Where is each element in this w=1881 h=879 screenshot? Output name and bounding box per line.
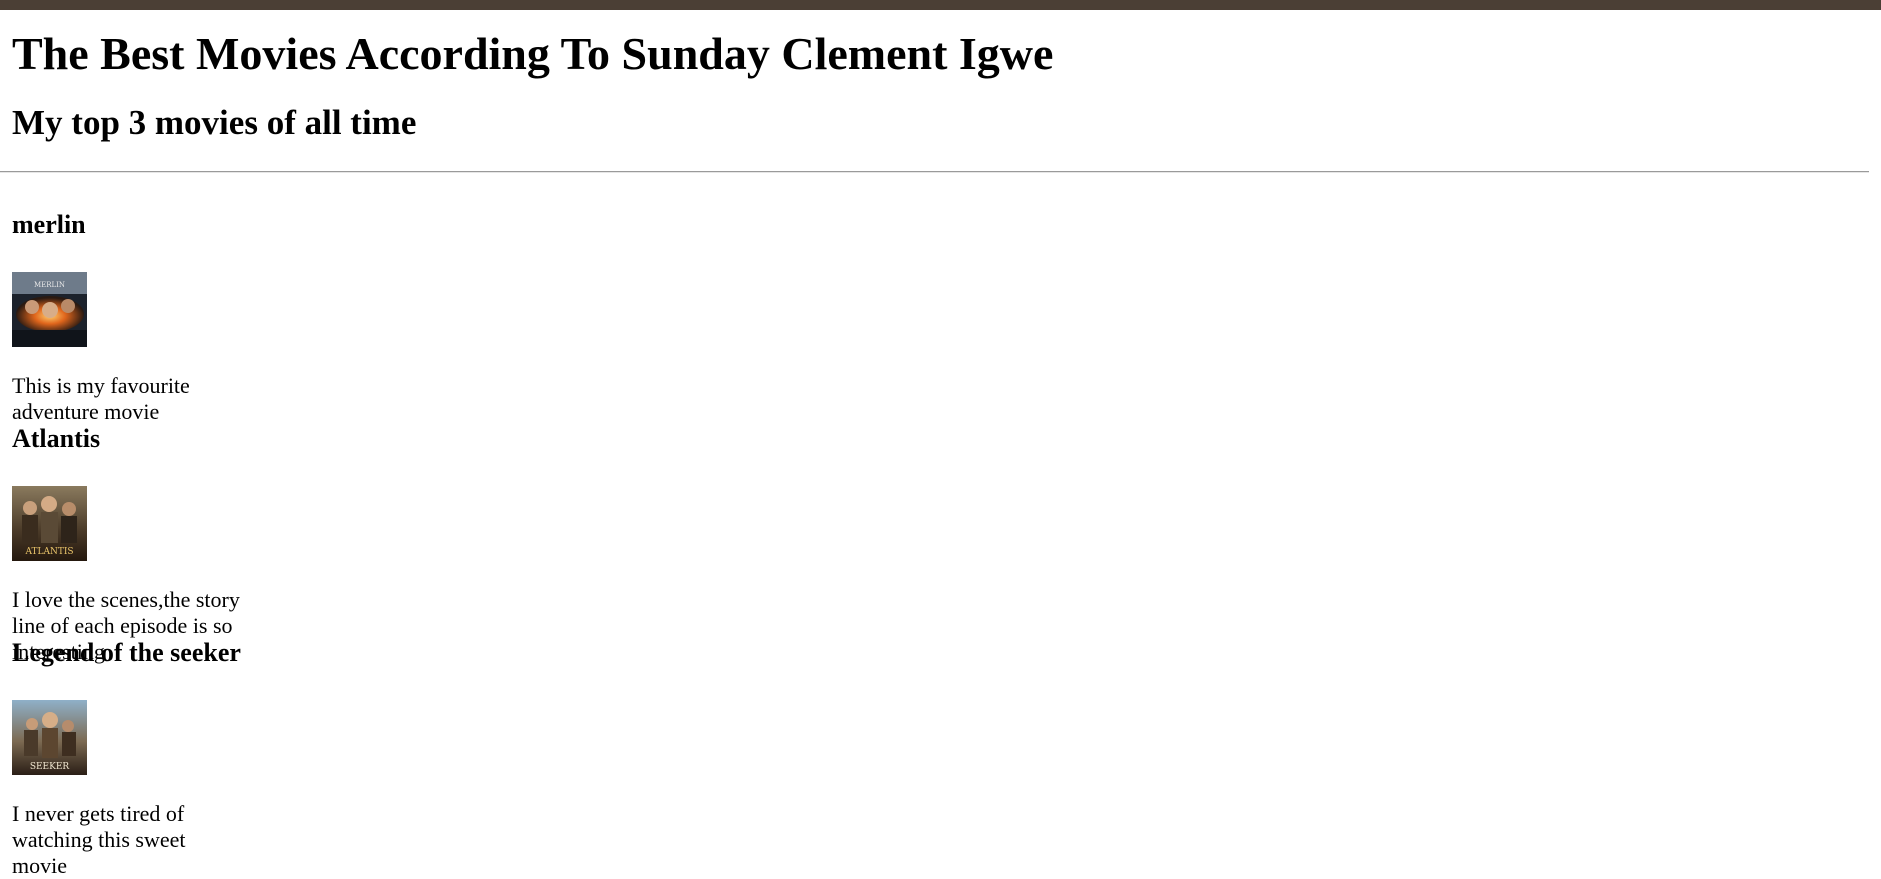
movie-item-merlin: merlin MERLIN This is my favourite adven… (12, 210, 241, 424)
svg-text:ATLANTIS: ATLANTIS (24, 547, 73, 557)
movie-poster-atlantis: ATLANTIS (12, 486, 87, 561)
section-divider (0, 171, 1869, 173)
movie-description: This is my favourite adventure movie (12, 373, 190, 424)
movie-description: I never gets tired of watching this swee… (12, 801, 186, 878)
poster-image: ATLANTIS (12, 486, 87, 561)
poster-image: MERLIN (12, 272, 87, 347)
movie-item-legend-of-the-seeker: Legend of the seeker SEEKER I never gets… (12, 638, 241, 878)
movie-title: Atlantis (12, 424, 101, 453)
page-title: The Best Movies According To Sunday Clem… (12, 28, 1054, 79)
movie-title: Legend of the seeker (12, 638, 241, 667)
page-subtitle: My top 3 movies of all time (12, 103, 417, 142)
page-content: The Best Movies According To Sunday Clem… (12, 10, 1881, 143)
movie-poster-merlin: MERLIN (12, 272, 87, 347)
movie-poster-legend-of-the-seeker: SEEKER (12, 700, 87, 775)
poster-image: SEEKER (12, 700, 87, 775)
svg-text:MERLIN: MERLIN (34, 281, 65, 289)
svg-text:SEEKER: SEEKER (30, 762, 70, 772)
movie-title: merlin (12, 210, 86, 239)
movie-list: merlin MERLIN This is my favourite adven… (12, 210, 241, 878)
movie-item-atlantis: Atlantis ATLANTIS I love the scenes,the … (12, 424, 241, 664)
browser-top-bar (0, 0, 1881, 10)
